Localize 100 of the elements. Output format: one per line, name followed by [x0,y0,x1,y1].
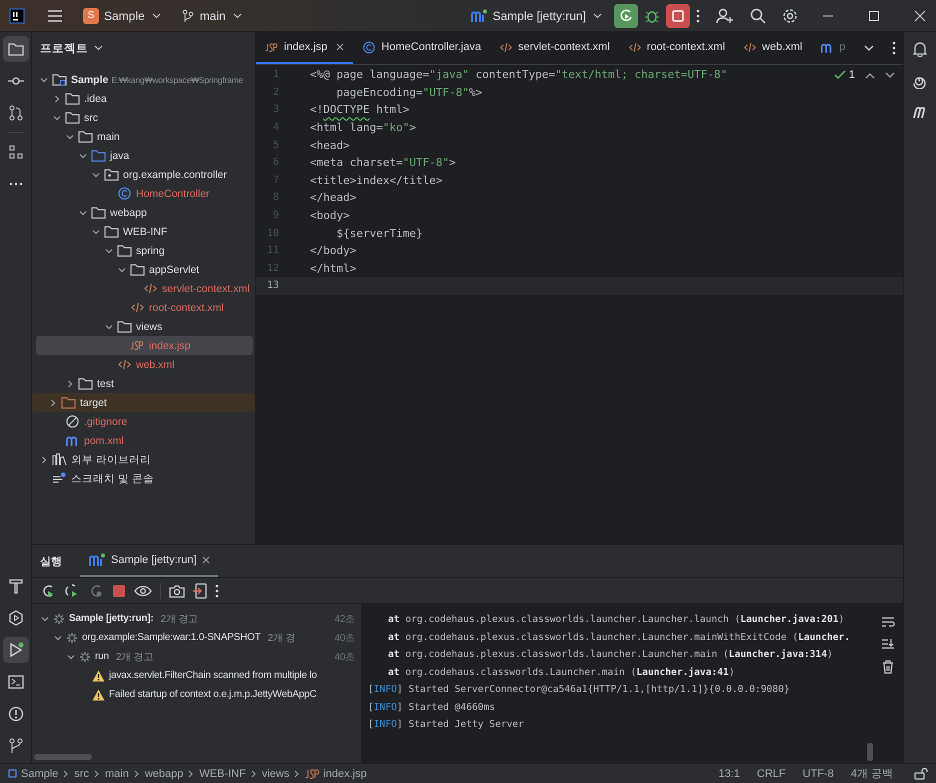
maven-icon [65,434,80,447]
jsp-icon [265,40,279,54]
tree-item[interactable]: main [36,127,253,146]
soft-wrap-icon[interactable] [881,616,895,628]
folder-icon [104,225,119,238]
rerun-button[interactable] [614,4,638,28]
run-tree-item[interactable]: Failed startup of context o.e.j.m.p.JettyWebAppC [32,685,361,704]
tree-item[interactable]: 스크래치 및 콘솔 [36,469,253,488]
caret-position[interactable]: 13:1 [718,768,740,780]
code-icon [628,40,642,54]
tree-item[interactable]: spring [36,241,253,260]
more-icon[interactable] [696,8,700,22]
tree-item[interactable]: .gitignore [36,412,253,431]
tree-item[interactable]: servlet-context.xml [36,279,253,298]
spinner-icon [53,612,65,624]
run-tree-item[interactable]: org.example:Sample:war:1.0-SNAPSHOT 2개 경 40초 [32,628,361,647]
lock-icon[interactable] [914,768,928,780]
more-icon[interactable] [892,41,896,55]
tree-item[interactable]: WEB-INF [36,222,253,241]
code-icon [143,282,158,295]
run-icon[interactable] [2,637,28,663]
tree-item[interactable]: views [36,317,253,336]
run-config-selector[interactable]: Sample [jetty:run] [464,4,608,26]
rerun-icon [618,8,634,24]
tree-item[interactable]: HomeController [36,184,253,203]
scrollbar[interactable] [34,754,92,760]
chevron-icon[interactable] [39,454,49,464]
stop-button[interactable] [666,4,690,28]
breadcrumb[interactable]: Sample [8,768,58,780]
class-icon [362,40,376,54]
breadcrumb[interactable]: src [74,768,89,780]
code-line: </body> [310,244,356,258]
line-separator[interactable]: CRLF [756,768,786,780]
tree-item[interactable]: org.example.controller [36,165,253,184]
stop-icon[interactable] [112,584,126,598]
search-icon[interactable] [750,8,766,24]
code-icon [130,301,145,314]
close-icon[interactable] [202,556,210,564]
console-line: [INFO] Started Jetty Server [368,718,525,732]
run-tree-item[interactable]: Sample [jetty:run]: 2개 경고 42초 [32,609,361,628]
breadcrumb[interactable]: views [262,768,290,780]
ignore-icon [65,415,80,428]
app-logo-icon[interactable] [9,8,25,24]
menu-icon[interactable] [47,8,63,22]
settings-icon[interactable] [782,8,798,24]
chevron-down-icon[interactable] [94,45,103,51]
tree-item[interactable]: 외부 라이브러리 [36,450,253,469]
close-icon[interactable] [336,43,344,51]
panel-title[interactable]: 프로젝트 [40,40,88,56]
scrollbar[interactable] [867,743,873,761]
trash-icon[interactable] [882,660,894,674]
breadcrumb[interactable]: index.jsp [305,768,367,780]
code-icon [117,358,132,371]
tree-item[interactable]: java [36,146,253,165]
file-encoding[interactable]: UTF-8 [802,768,834,780]
chevron-down-icon [152,12,161,18]
editor-tab[interactable]: root-context.xml [618,32,734,64]
exit-icon[interactable] [193,582,207,598]
breadcrumb[interactable]: webapp [144,768,184,780]
tree-item[interactable]: appServlet [36,260,253,279]
breadcrumb[interactable]: WEB-INF [199,768,246,780]
camera-icon[interactable] [169,584,185,598]
chevron-down-icon[interactable] [885,72,895,78]
module-icon [8,769,17,778]
folder-icon [91,149,106,162]
run-tab[interactable]: Sample [jetty:run] [80,545,218,577]
scratch-icon [52,472,67,485]
editor-tab[interactable]: index.jsp [256,32,354,64]
tree-item[interactable]: web.xml [36,355,253,374]
close-icon[interactable] [914,10,926,22]
tree-item[interactable]: src [36,108,253,127]
run-tree-item[interactable]: run 2개 경고 40초 [32,647,361,666]
scroll-to-end-icon[interactable] [881,638,895,650]
editor-tab[interactable]: HomeController.java [353,32,490,64]
tree-item[interactable]: webapp [36,203,253,222]
breadcrumb[interactable]: main [104,768,129,780]
maximize-icon[interactable] [868,10,880,22]
tree-item[interactable]: test [36,374,253,393]
eye-icon[interactable] [134,584,152,598]
inspection-count[interactable]: 1 [834,69,855,81]
project-selector[interactable]: S Sample [77,4,167,28]
more-icon[interactable] [215,584,219,598]
code-line: </html> [310,262,356,275]
editor-tab[interactable]: web.xml [734,32,812,64]
folder-icon [117,320,132,333]
tree-item[interactable]: .idea [36,89,253,108]
project-folder-icon[interactable] [2,36,28,62]
tree-item[interactable]: Sample E:₩kang₩workspace₩Springframe [36,70,253,89]
chevron-up-icon[interactable] [865,72,875,78]
run-tree-item[interactable]: javax.servlet.FilterChain scanned from multiple lo [32,666,361,685]
tree-item[interactable]: pom.xml [36,431,253,450]
chevron-down-icon [593,12,602,18]
tree-item[interactable]: root-context.xml [36,298,253,317]
editor-tab[interactable]: servlet-context.xml [490,32,619,64]
chevron-down-icon[interactable] [864,44,874,52]
indent-setting[interactable]: 4개 공백 [850,766,893,781]
add-user-icon[interactable] [716,8,734,24]
tree-item[interactable]: target [32,393,255,412]
spinner-icon [79,650,91,662]
branch-selector[interactable]: main [174,4,248,26]
